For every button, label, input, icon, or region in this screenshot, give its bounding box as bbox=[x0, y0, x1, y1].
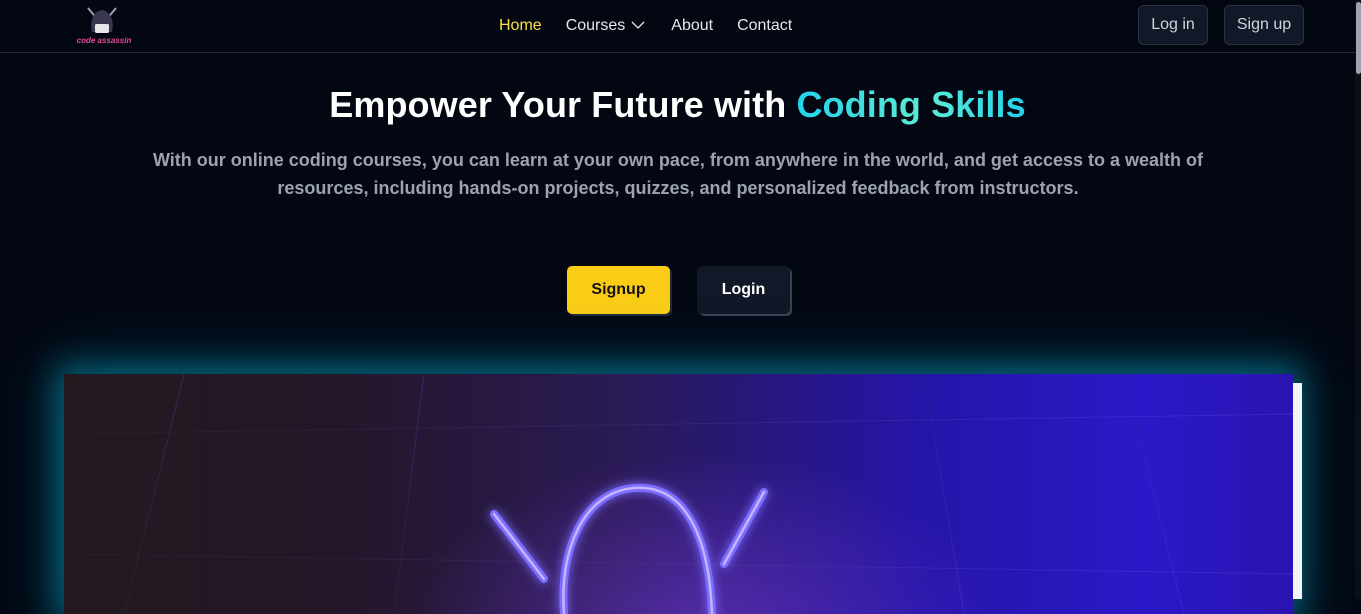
scrollbar-thumb[interactable] bbox=[1356, 2, 1361, 74]
hero-signup-button[interactable]: Signup bbox=[567, 266, 670, 314]
hero-title-plain: Empower Your Future with bbox=[329, 84, 797, 125]
nav-courses-label: Courses bbox=[565, 17, 626, 34]
nav-links: Home Courses About Contact bbox=[499, 0, 792, 52]
nav-courses[interactable]: Courses bbox=[566, 17, 646, 35]
signup-button[interactable]: Sign up bbox=[1224, 5, 1304, 45]
hero-title: Empower Your Future with Coding Skills bbox=[0, 84, 1355, 126]
top-navbar: code assassin Home Courses About Contact… bbox=[0, 0, 1355, 53]
login-button[interactable]: Log in bbox=[1138, 5, 1208, 45]
hero-subtitle: With our online coding courses, you can … bbox=[152, 150, 1204, 198]
page-scrollbar[interactable] bbox=[1355, 0, 1361, 599]
hero-title-highlight: Coding Skills bbox=[796, 84, 1026, 125]
nav-about[interactable]: About bbox=[671, 17, 713, 35]
hero-login-button[interactable]: Login bbox=[697, 266, 790, 314]
nav-contact[interactable]: Contact bbox=[737, 17, 792, 35]
hero-banner-image bbox=[64, 374, 1293, 614]
logo-text: code assassin bbox=[77, 36, 132, 45]
nav-home[interactable]: Home bbox=[499, 17, 542, 35]
neon-ninja-icon bbox=[64, 374, 1293, 614]
site-logo[interactable]: code assassin bbox=[62, 2, 146, 48]
banner-edge bbox=[1293, 383, 1302, 599]
chevron-down-icon bbox=[631, 17, 645, 35]
assassin-logo-icon: code assassin bbox=[77, 7, 132, 45]
hero-banner bbox=[64, 374, 1293, 614]
